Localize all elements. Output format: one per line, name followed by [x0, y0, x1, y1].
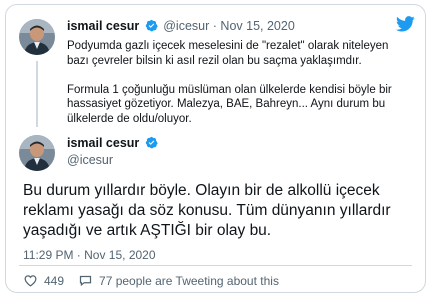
- main-tweet-text: Bu durum yıllardır böyle. Olayın bir de …: [23, 181, 418, 241]
- heart-icon: [24, 275, 37, 287]
- reply-conversation-link[interactable]: 77 people are Tweeting about this: [78, 273, 279, 288]
- twitter-bird-icon[interactable]: [396, 16, 415, 32]
- tweet-paragraph: Bu durum yıllardır böyle. Olayın bir de …: [23, 182, 391, 239]
- tweet-paragraph: Formula 1 çoğunluğu müslüman olan ülkele…: [67, 83, 392, 125]
- embedded-tweet-card: ismail cesur @icesur · Nov 15, 2020 Pody…: [5, 4, 426, 293]
- author-name[interactable]: ismail cesur: [67, 19, 139, 33]
- thread-connector-line: [36, 61, 38, 127]
- author-avatar[interactable]: [19, 19, 55, 55]
- parent-tweet-text: Podyumda gazlı içecek meselesini de "rez…: [67, 39, 407, 141]
- like-button[interactable]: 449: [23, 273, 64, 288]
- author-name[interactable]: ismail cesur: [67, 136, 139, 150]
- author-handle[interactable]: @icesur: [67, 153, 113, 167]
- header-separator: ·: [212, 19, 217, 33]
- divider: [19, 265, 412, 266]
- tweet-paragraph: Podyumda gazlı içecek meselesini de "rez…: [67, 40, 389, 67]
- tweet-actions: 449 77 people are Tweeting about this: [23, 273, 293, 288]
- parent-tweet-header: ismail cesur @icesur · Nov 15, 2020: [67, 19, 295, 33]
- author-avatar[interactable]: [19, 135, 55, 171]
- tweet-date[interactable]: Nov 15, 2020: [220, 19, 294, 33]
- tweeting-about-text: 77 people are Tweeting about this: [99, 273, 279, 288]
- like-count: 449: [44, 273, 65, 288]
- author-name-line: ismail cesur: [67, 136, 160, 150]
- speech-bubble-icon: [79, 275, 92, 287]
- author-handle[interactable]: @icesur: [163, 19, 209, 33]
- verified-badge-icon: [145, 136, 158, 149]
- verified-badge-icon: [145, 19, 158, 32]
- tweet-timestamp[interactable]: 11:29 PM · Nov 15, 2020: [23, 248, 156, 262]
